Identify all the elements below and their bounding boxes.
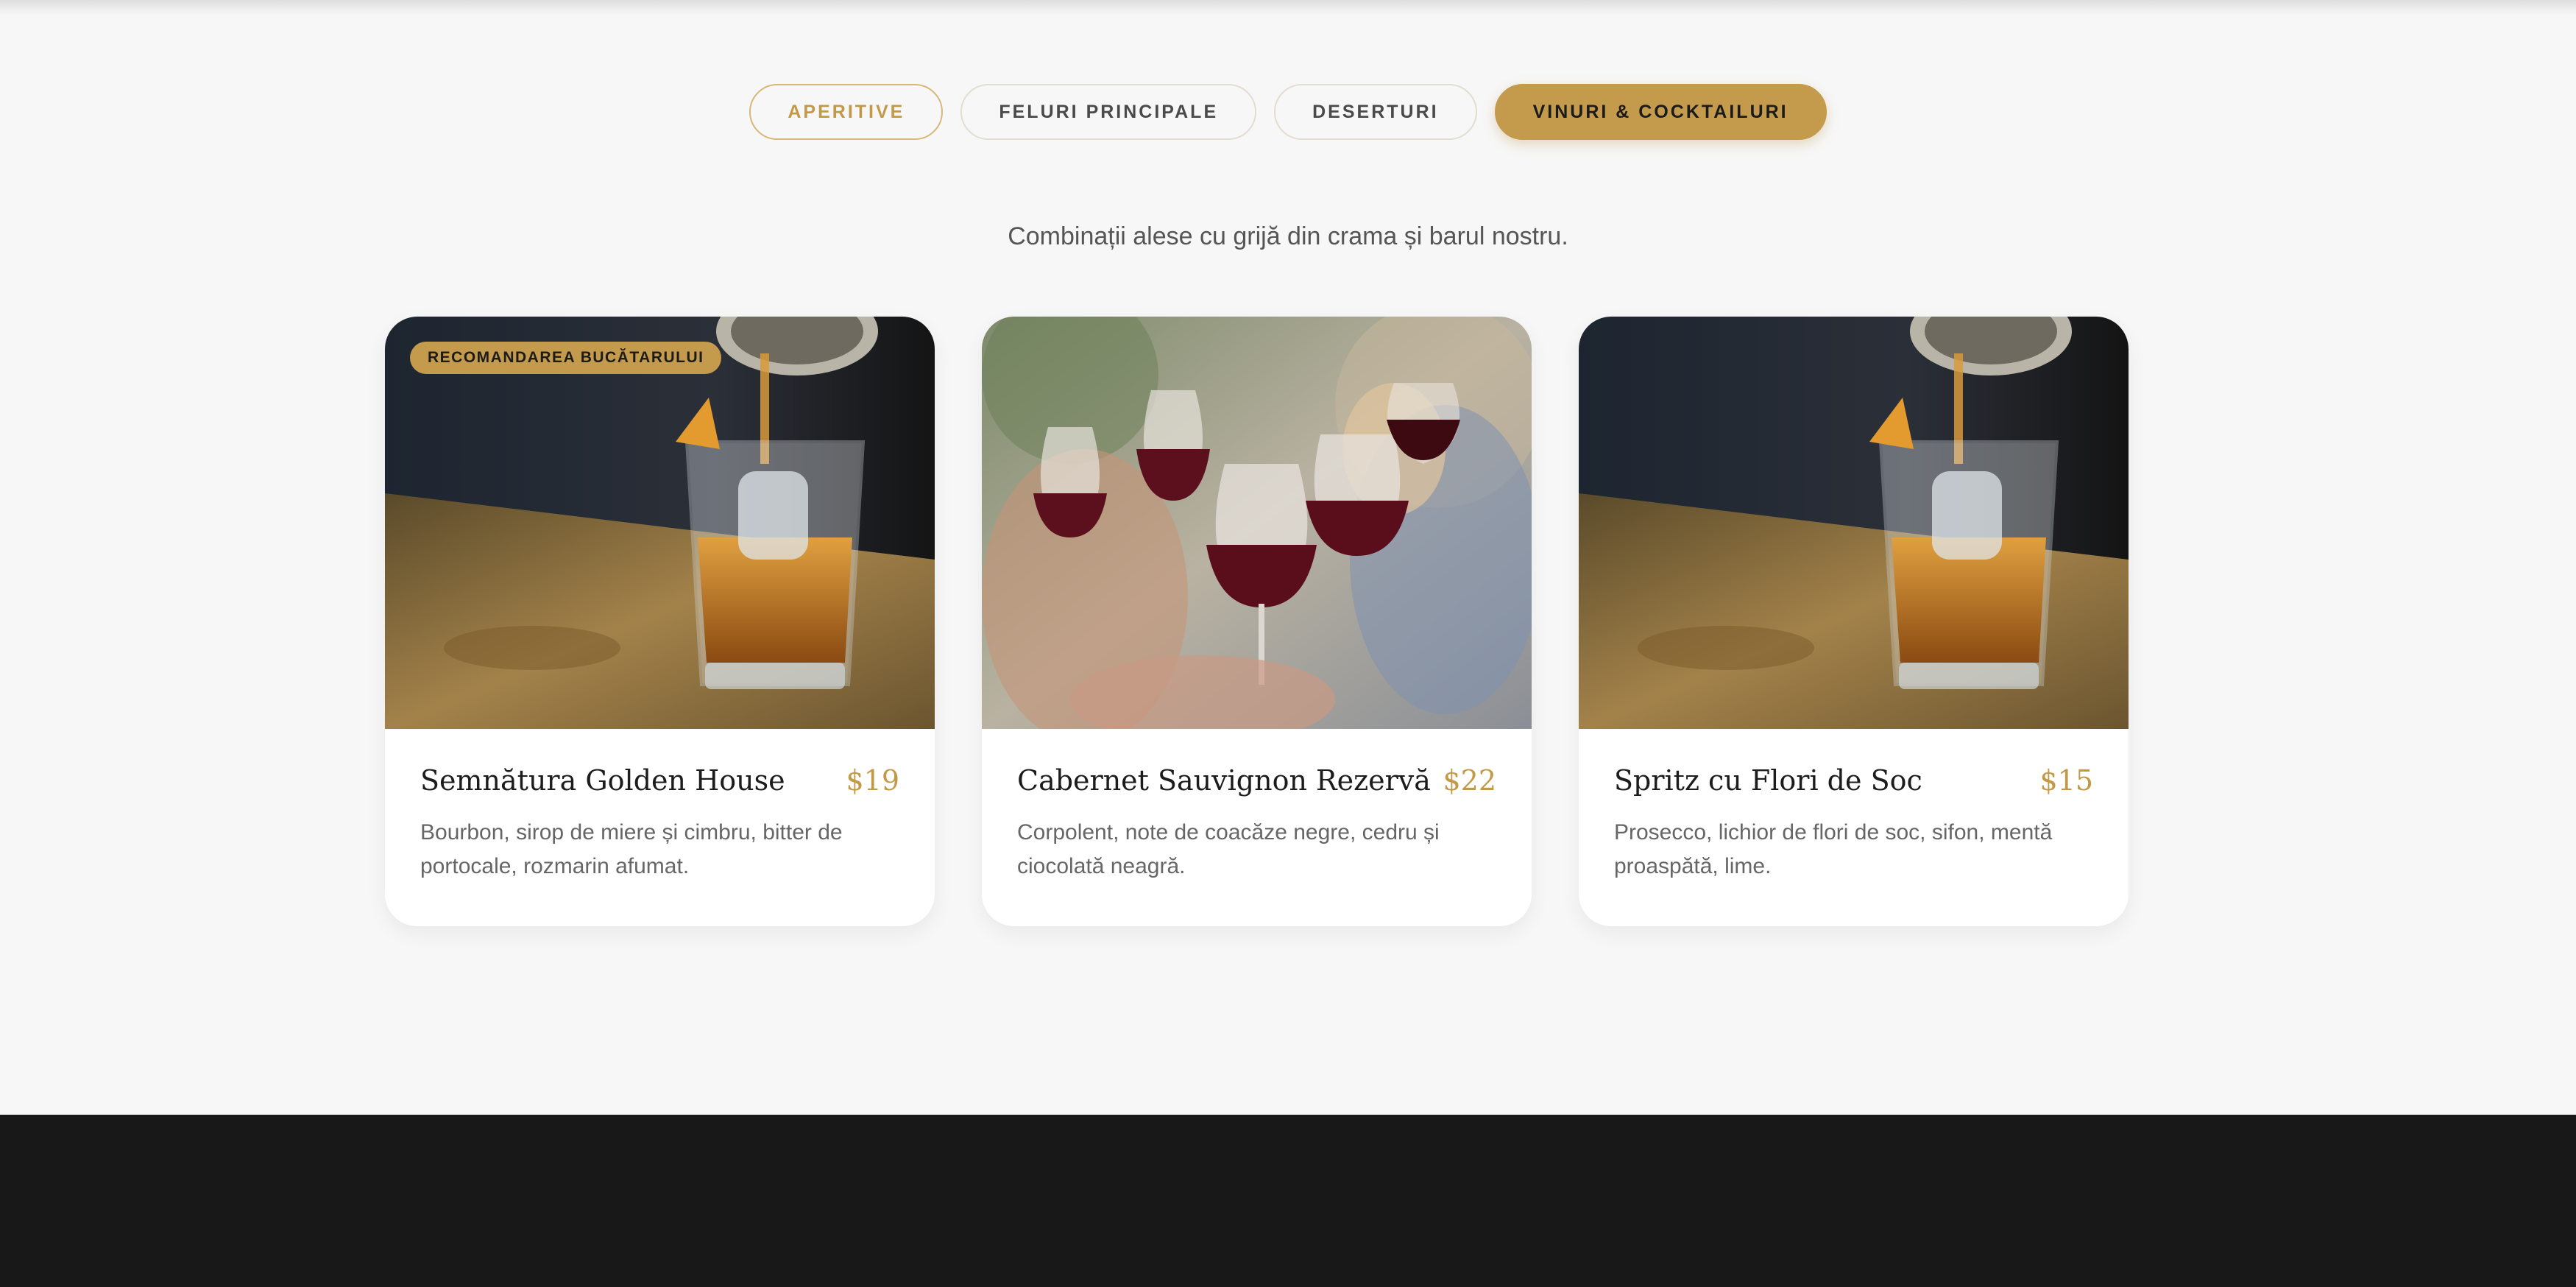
site-footer [0, 1115, 2576, 1287]
menu-card[interactable]: RECOMANDAREA BUCĂTARULUI Semnătura Golde… [385, 317, 935, 926]
card-price: $15 [2039, 764, 2093, 797]
card-title: Cabernet Sauvignon Rezervă [1017, 764, 1431, 797]
chef-recommendation-badge: RECOMANDAREA BUCĂTARULUI [410, 342, 722, 374]
section-subtitle: Combinații alese cu grijă din crama și b… [1008, 222, 1568, 250]
card-price: $22 [1443, 764, 1496, 797]
card-title: Spritz cu Flori de Soc [1614, 764, 1922, 797]
menu-card[interactable]: Spritz cu Flori de Soc $15 Prosecco, lic… [1579, 317, 2129, 926]
menu-card[interactable]: Cabernet Sauvignon Rezervă $22 Corpolent… [982, 317, 1532, 926]
card-description: Corpolent, note de coacăze negre, cedru … [1017, 820, 1440, 878]
tab-deserturi[interactable]: DESERTURI [1274, 84, 1477, 140]
menu-cards: RECOMANDAREA BUCĂTARULUI Semnătura Golde… [385, 317, 2129, 926]
card-title: Semnătura Golden House [420, 764, 785, 797]
red-wine-toast-photo [982, 317, 1532, 729]
whiskey-cocktail-photo [1579, 317, 2129, 729]
card-price: $19 [846, 764, 899, 797]
header-shadow [0, 0, 2576, 15]
tab-vinuri-cocktailuri[interactable]: VINURI & COCKTAILURI [1494, 84, 1827, 140]
card-description: Prosecco, lichior de flori de soc, sifon… [1614, 820, 2053, 878]
menu-category-tabs: APERITIVE FELURI PRINCIPALE DESERTURI VI… [0, 84, 2576, 140]
tab-feluri-principale[interactable]: FELURI PRINCIPALE [960, 84, 1257, 140]
card-description: Bourbon, sirop de miere și cimbru, bitte… [420, 820, 843, 878]
tab-aperitive[interactable]: APERITIVE [749, 84, 944, 140]
whiskey-cocktail-photo: RECOMANDAREA BUCĂTARULUI [385, 317, 935, 729]
